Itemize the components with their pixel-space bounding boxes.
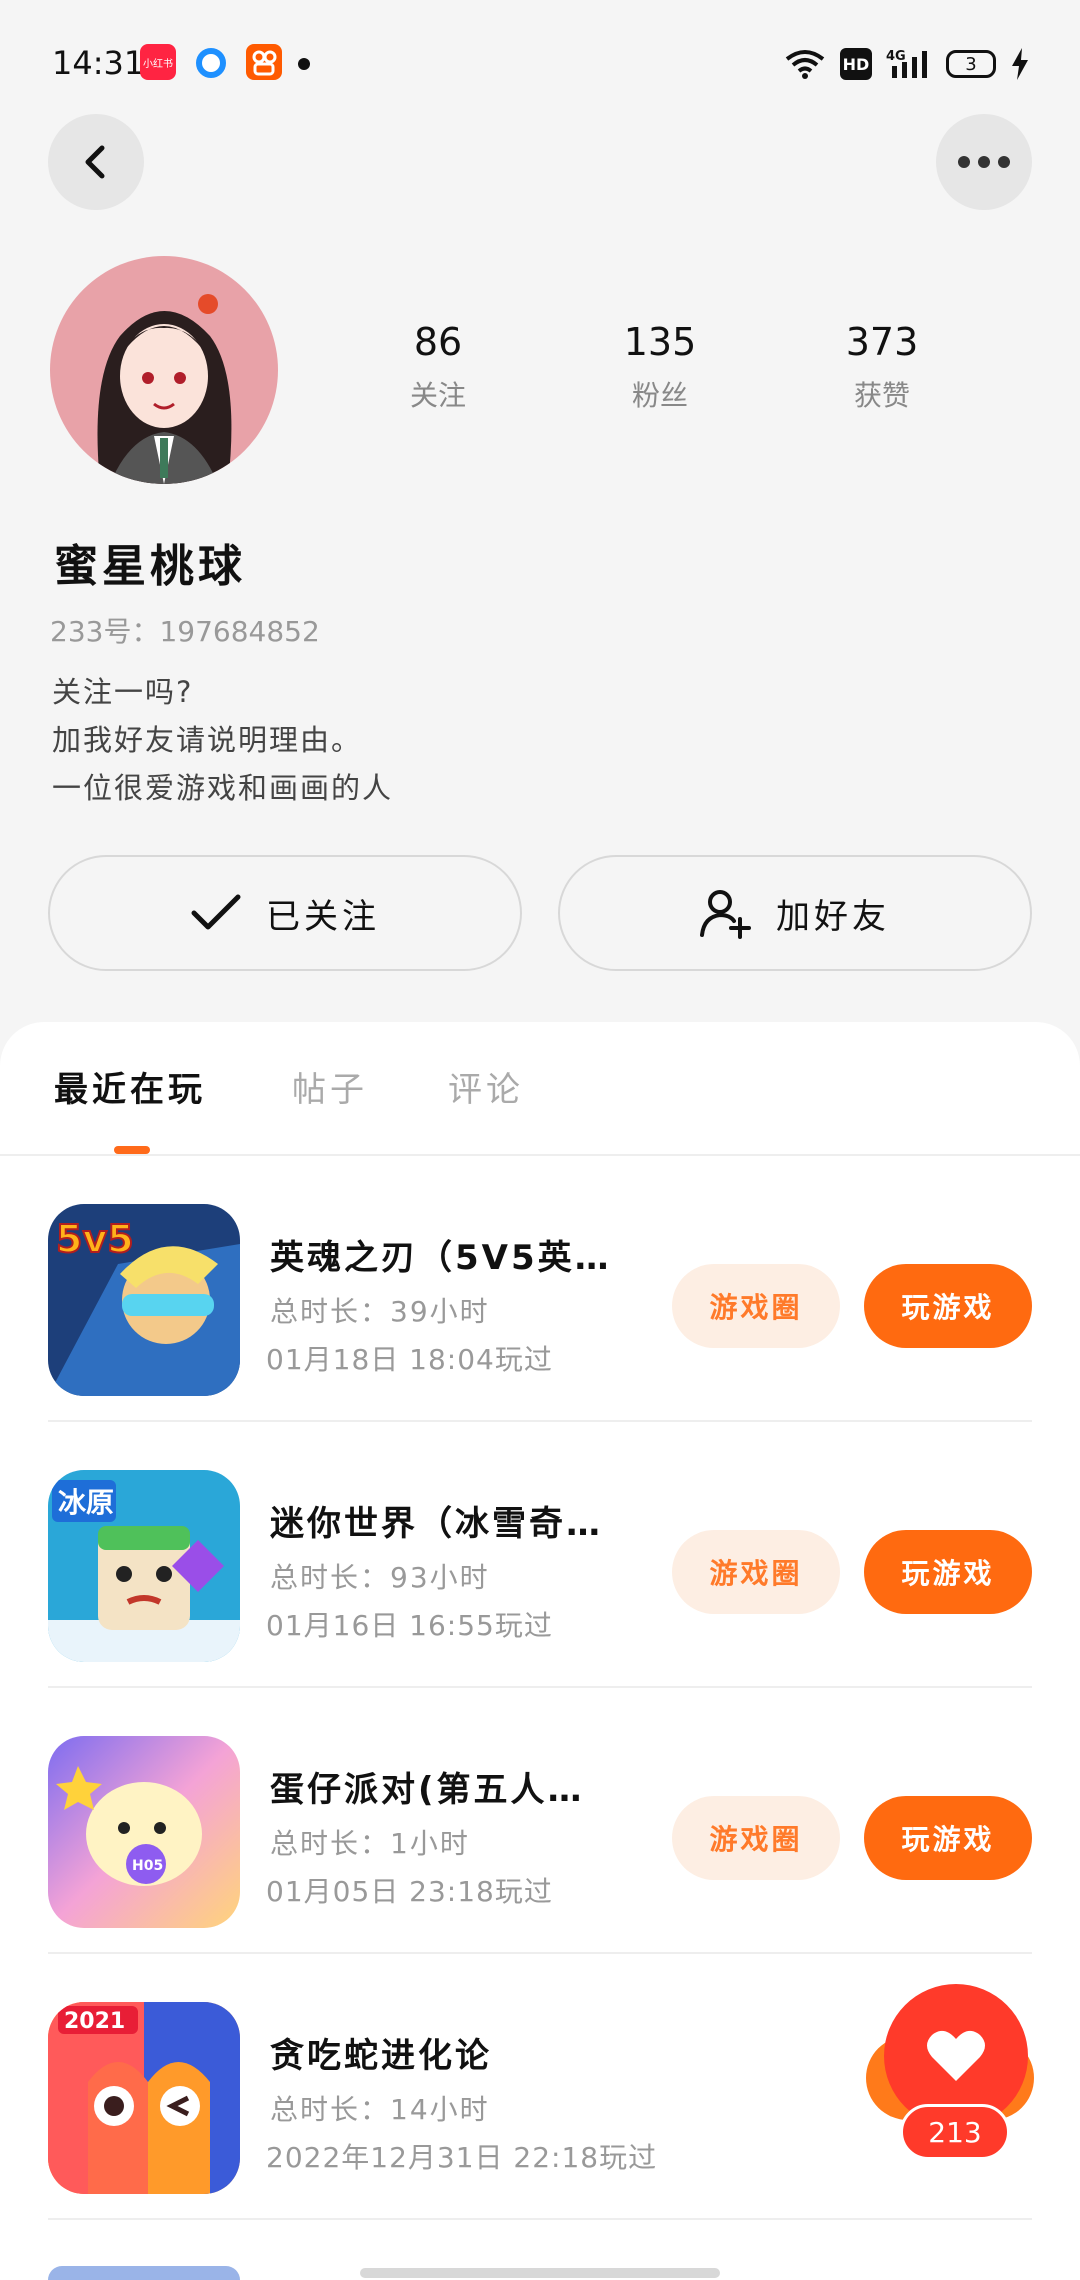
more-notifications-dot [298,58,310,70]
game-last-played: 01月05日 23:18玩过 [266,1875,553,1908]
game-last-played: 01月16日 16:55玩过 [266,1609,553,1642]
following-count: 86 [413,320,463,364]
following-stat[interactable]: 86 关注 [358,320,518,414]
play-game-button[interactable]: 玩游戏 [864,1264,1032,1348]
likes-stat[interactable]: 373 获赞 [802,320,962,414]
bio-line: 一位很爱游戏和画画的人 [52,771,394,805]
svg-text:4G: 4G [886,49,906,64]
likes-count: 373 [845,320,919,364]
charging-bolt-icon [1012,48,1028,80]
game-list-item[interactable]: 5v5 英魂之刃（5V5英… 总时长：39小时 01月18日 18:04玩过 游… [48,1156,1080,1422]
likes-label: 获赞 [853,379,910,412]
status-bar: 14:31 小红书 HD 4G 3 [0,0,1080,120]
game-icon-text: 2021 [64,2009,125,2034]
game-icon-partial [48,2266,240,2280]
back-button[interactable] [48,114,144,210]
game-icon[interactable]: 5v5 [48,1204,240,1396]
divider [48,2218,1032,2220]
tab-active-indicator [114,1146,150,1154]
battery-icon: 3 [946,50,996,78]
game-circle-button[interactable]: 游戏圈 [672,1530,840,1614]
game-circle-button[interactable]: 游戏圈 [672,1264,840,1348]
avatar[interactable] [50,256,278,484]
hd-voice-icon: HD [840,48,872,80]
notification-app-icon [196,48,226,78]
game-last-played: 2022年12月31日 22:18玩过 [266,2141,658,2174]
tab-comments[interactable]: 评论 [448,1062,524,1111]
bio-line: 关注一吗? [52,675,194,709]
more-dots-icon [958,156,1010,168]
play-game-button[interactable]: 玩游戏 [864,1530,1032,1614]
username: 蜜星桃球 [54,541,246,592]
game-icon-text: 5v5 [56,1217,134,1261]
followers-count: 135 [623,320,697,364]
chevron-left-icon [85,145,105,179]
checkmark-icon [191,894,241,930]
heart-icon [927,2030,985,2081]
game-duration: 总时长：39小时 [270,1295,490,1328]
game-list-item[interactable]: 冰原 迷你世界（冰雪奇… 总时长：93小时 01月16日 16:55玩过 游戏圈… [48,1422,1080,1688]
game-circle-button[interactable]: 游戏圈 [672,1796,840,1880]
game-duration: 总时长：93小时 [270,1561,490,1594]
profile-tabs: 最近在玩 帖子 评论 [0,1022,1080,1156]
bio-line: 加我好友请说明理由。 [52,723,363,757]
game-title: 英魂之刃（5V5英… [270,1238,612,1278]
followed-button-label: 已关注 [266,896,380,937]
game-duration: 总时长：1小时 [270,1827,470,1860]
game-icon-text: 冰原 [58,1486,114,1519]
play-game-button[interactable]: 玩游戏 [864,1796,1032,1880]
user-id: 233号：197684852 [50,615,320,648]
more-options-button[interactable] [936,114,1032,210]
kuaishou-app-icon [246,44,282,80]
tab-posts[interactable]: 帖子 [292,1062,368,1111]
following-label: 关注 [409,379,466,412]
xiaohongshu-app-icon: 小红书 [140,44,176,80]
game-icon[interactable]: 2021 [48,2002,240,2194]
status-time: 14:31 [52,44,145,82]
game-icon[interactable]: H05 [48,1736,240,1928]
tab-recently-played[interactable]: 最近在玩 [54,1062,206,1111]
signal-icon: 4G [886,49,927,78]
game-icon[interactable]: 冰原 [48,1470,240,1662]
home-indicator[interactable] [360,2268,720,2278]
game-last-played: 01月18日 18:04玩过 [266,1343,553,1376]
like-count: 213 [900,2104,1010,2160]
game-list-item[interactable]: H05 蛋仔派对(第五人… 总时长：1小时 01月05日 23:18玩过 游戏圈… [48,1688,1080,1954]
status-indicators: HD 4G 3 [784,44,1030,84]
followers-stat[interactable]: 135 粉丝 [580,320,740,414]
followed-button[interactable]: 已关注 [48,855,522,971]
game-title: 蛋仔派对(第五人… [270,1770,585,1810]
game-title: 贪吃蛇进化论 [270,2036,492,2076]
bio: 关注一吗? 加我好友请说明理由。 一位很爱游戏和画画的人 [52,668,393,812]
add-friend-button[interactable]: 加好友 [558,855,1032,971]
followers-label: 粉丝 [631,379,688,412]
game-title: 迷你世界（冰雪奇… [270,1504,603,1544]
add-user-icon [700,890,751,939]
wifi-icon [785,50,825,79]
game-icon-text: H05 [132,1858,163,1874]
add-friend-button-label: 加好友 [776,896,890,937]
game-duration: 总时长：14小时 [270,2093,490,2126]
floating-like-button[interactable]: 213 [866,1984,1034,2162]
